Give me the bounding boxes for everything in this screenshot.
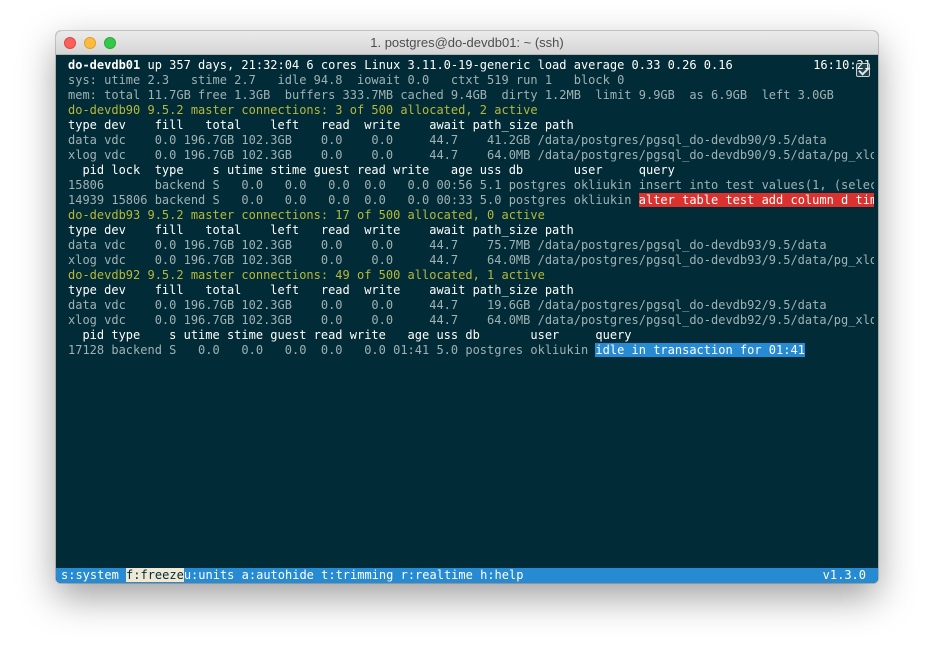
sys-line: sys: utime 2.3 stime 2.7 idle 94.8 iowai… [68,73,625,87]
disk-table-header: type dev fill total left read write awai… [68,118,574,132]
shortcut-autohide[interactable]: a:autohide [242,568,314,582]
scroll-indicator-icon [856,63,870,77]
process-info: 14939 15806 backend S 0.0 0.0 0.0 0.0 0.… [68,193,639,207]
status-shortcuts: s:system f:freezeu:units a:autohide t:tr… [61,568,523,583]
process-query: insert into test values(1, (selec... [638,178,874,192]
disk-table-header: type dev fill total left read write awai… [68,223,574,237]
uptime-line: do-devdb01 up 357 days, 21:32:04 6 cores… [68,58,874,73]
window-title: 1. postgres@do-devdb01: ~ (ssh) [370,35,564,50]
disk-table-row: data vdc 0.0 196.7GB 102.3GB 0.0 0.0 44.… [68,133,827,147]
terminal-window: 1. postgres@do-devdb01: ~ (ssh) do-devdb… [56,31,878,583]
process-query: alter table test add column d tim... [638,193,874,207]
instance-title: do-devdb93 9.5.2 master connections: 17 … [68,208,545,222]
terminal-output: do-devdb01 up 357 days, 21:32:04 6 cores… [68,58,874,358]
shortcut-separator [393,568,400,582]
shortcut-help[interactable]: h:help [480,568,523,582]
disk-table-row: data vdc 0.0 196.7GB 102.3GB 0.0 0.0 44.… [68,298,827,312]
process-info: 17128 backend S 0.0 0.0 0.0 0.0 0.0 01:4… [68,343,596,357]
title-bar[interactable]: 1. postgres@do-devdb01: ~ (ssh) [56,31,878,55]
shortcut-realtime[interactable]: r:realtime [401,568,473,582]
shortcut-trimming[interactable]: t:trimming [321,568,393,582]
shortcut-separator [234,568,241,582]
process-row[interactable]: 14939 15806 backend S 0.0 0.0 0.0 0.0 0.… [68,193,874,208]
mem-line: mem: total 11.7GB free 1.3GB buffers 333… [68,88,834,102]
process-query: idle in transaction for 01:41 [595,343,805,357]
version-label: v1.3.0 [822,568,866,582]
shortcut-system[interactable]: s:system [61,568,119,582]
process-row[interactable]: 15806 backend S 0.0 0.0 0.0 0.0 0.0 00:5… [68,178,874,193]
process-table-header: pid lock type s utime stime guest read w… [68,163,675,177]
disk-table-header: type dev fill total left read write awai… [68,283,574,297]
uptime-text: up 357 days, 21:32:04 6 cores Linux 3.11… [140,58,733,72]
shortcut-separator [473,568,480,582]
disk-table-row: xlog vdc 0.0 196.7GB 102.3GB 0.0 0.0 44.… [68,253,874,267]
shortcut-units[interactable]: u:units [184,568,235,582]
instance-title: do-devdb90 9.5.2 master connections: 3 o… [68,103,538,117]
disk-table-row: data vdc 0.0 196.7GB 102.3GB 0.0 0.0 44.… [68,238,827,252]
hostname: do-devdb01 [68,58,141,72]
process-table-header: pid type s utime stime guest read write … [68,328,632,342]
shortcut-separator [119,568,126,582]
status-bar: s:system f:freezeu:units a:autohide t:tr… [56,568,878,583]
instance-title: do-devdb92 9.5.2 master connections: 49 … [68,268,545,282]
terminal-area[interactable]: do-devdb01 up 357 days, 21:32:04 6 cores… [56,55,878,583]
shortcut-freeze[interactable]: f:freeze [126,568,184,582]
process-row[interactable]: 17128 backend S 0.0 0.0 0.0 0.0 0.0 01:4… [68,343,874,358]
disk-table-row: xlog vdc 0.0 196.7GB 102.3GB 0.0 0.0 44.… [68,313,874,327]
process-info: 15806 backend S 0.0 0.0 0.0 0.0 0.0 00:5… [68,178,639,192]
disk-table-row: xlog vdc 0.0 196.7GB 102.3GB 0.0 0.0 44.… [68,148,874,162]
